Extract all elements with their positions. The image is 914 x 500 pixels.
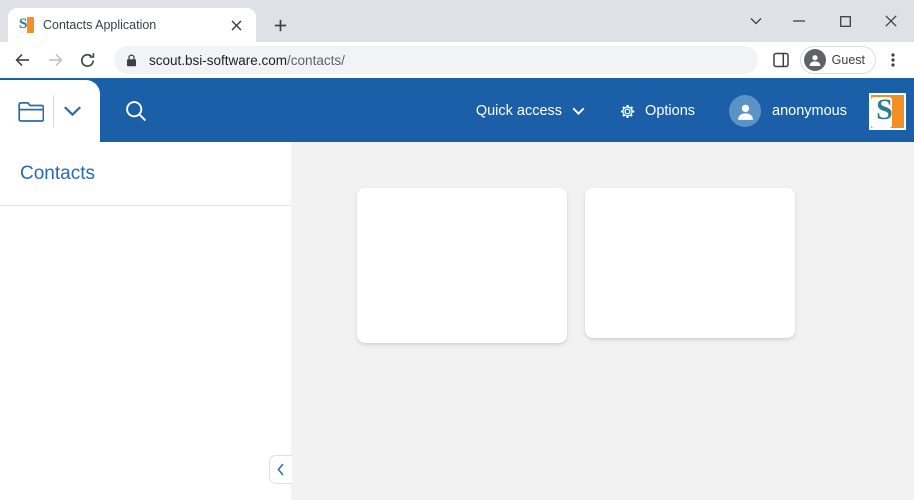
reload-icon[interactable] [72, 45, 102, 75]
brand-letter: S [876, 93, 893, 126]
quick-access-label: Quick access [475, 103, 563, 119]
browser-toolbar: scout.bsi-software.com/contacts/ Guest [0, 42, 914, 80]
search-icon[interactable] [114, 89, 158, 133]
close-window-icon[interactable] [868, 5, 914, 37]
window-controls [736, 0, 914, 42]
chevron-down-icon [572, 107, 585, 115]
content-card-left[interactable] [357, 188, 567, 343]
sidebar-collapse-toggle[interactable] [269, 455, 292, 484]
app-header-actions: Quick access Options anonymous S [470, 92, 914, 130]
tab-title: Contacts Application [43, 18, 157, 32]
minimize-icon[interactable] [776, 5, 822, 37]
app-header-bar: Quick access Options anonymous S [0, 80, 914, 142]
page-title: Contacts [20, 162, 95, 184]
address-bar[interactable]: scout.bsi-software.com/contacts/ [114, 46, 758, 74]
folder-icon[interactable] [11, 91, 51, 131]
web-page: Quick access Options anonymous S Contact… [0, 80, 914, 500]
avatar [803, 49, 826, 71]
options-label: Options [645, 103, 696, 119]
scout-s-favicon: S [18, 17, 34, 33]
back-icon[interactable] [8, 45, 38, 75]
divider [52, 95, 54, 127]
favicon-letter: S [19, 17, 28, 32]
url-domain: scout.bsi-software.com [149, 52, 288, 68]
tab-strip: S Contacts Application [0, 0, 914, 42]
tab-search-icon[interactable] [736, 5, 776, 37]
gear-icon [619, 103, 636, 120]
browser-menu-icon[interactable] [880, 45, 906, 75]
profile-label: Guest [831, 53, 865, 67]
toolbar-right-group: Guest [766, 45, 906, 75]
content-card-right[interactable] [585, 188, 795, 338]
brand-logo: S [869, 92, 906, 130]
user-menu[interactable]: anonymous [729, 95, 847, 127]
site-secure-lock [126, 53, 137, 67]
avatar [729, 95, 762, 127]
content-area [291, 142, 914, 500]
profile-button[interactable]: Guest [799, 46, 876, 74]
options-button[interactable]: Options [613, 95, 701, 128]
chevron-down-icon[interactable] [56, 91, 90, 131]
sidebar: Contacts [0, 142, 291, 500]
app-body: Contacts [0, 142, 914, 500]
side-panel-icon[interactable] [766, 45, 796, 75]
quick-access-menu[interactable]: Quick access [470, 95, 591, 127]
new-tab-button[interactable] [266, 11, 294, 39]
url-text: scout.bsi-software.com/contacts/ [149, 53, 345, 68]
maximize-icon[interactable] [822, 5, 868, 37]
browser-tab[interactable]: S Contacts Application [8, 8, 256, 42]
sidebar-header: Contacts [0, 142, 291, 206]
close-icon[interactable] [226, 15, 246, 35]
forward-icon[interactable] [40, 45, 70, 75]
url-path: /contacts/ [287, 52, 345, 68]
browser-window: S Contacts Application scout.bsi-softwar… [0, 0, 914, 500]
app-tab-panel [0, 80, 100, 142]
user-label: anonymous [772, 103, 847, 119]
